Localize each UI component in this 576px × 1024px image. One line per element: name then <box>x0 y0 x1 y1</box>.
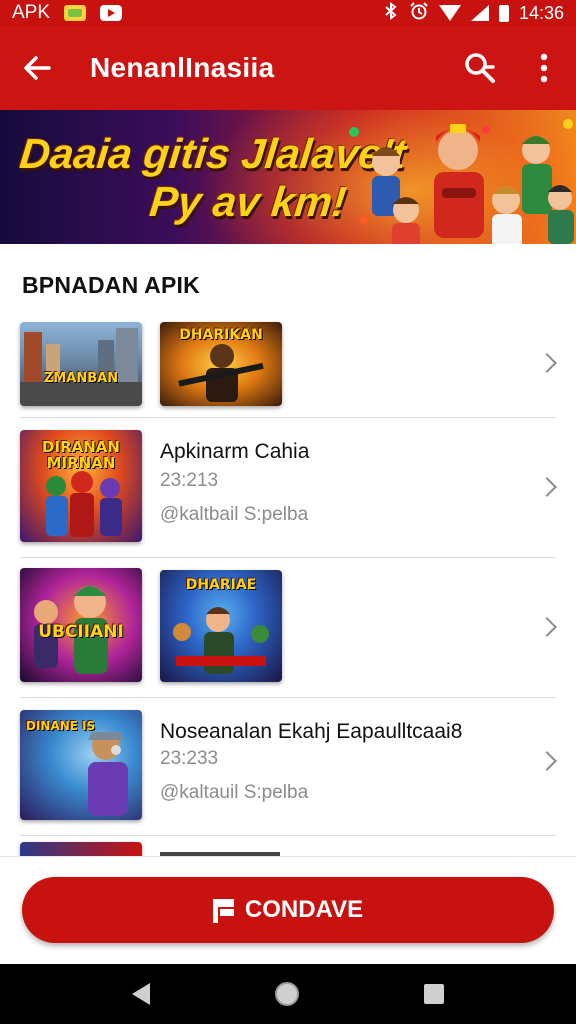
thumbnail-title: DINANE IS <box>26 719 96 733</box>
chevron-right-icon <box>537 477 557 497</box>
thumbnail-title: DIRANAN MIRNAN <box>42 438 120 472</box>
item-title: Noseanalan Ekahj Eapaulltcaai8 <box>160 720 463 743</box>
game-thumbnail[interactable]: DHARIKAN <box>160 322 282 406</box>
game-thumbnail[interactable]: ZMANBAN <box>20 322 142 406</box>
thumbnail-title: DHARIKAN <box>179 327 263 343</box>
list-item[interactable] <box>0 838 576 856</box>
more-options-button[interactable] <box>512 26 576 110</box>
status-bar: APK 14:36 <box>0 0 576 26</box>
back-arrow-icon <box>24 56 51 80</box>
game-thumbnail[interactable]: DINANE IS <box>20 710 142 820</box>
system-navigation-bar <box>0 964 576 1024</box>
back-button[interactable] <box>0 26 74 110</box>
app-title: NenanlInasiia <box>90 52 275 83</box>
item-code: 23:233 <box>160 748 219 769</box>
banner-characters-illustration <box>349 119 574 244</box>
app-bar: NenanlInasiia <box>0 26 576 110</box>
game-thumbnail[interactable]: DHARIAE <box>160 570 282 682</box>
game-thumbnail[interactable] <box>20 842 142 856</box>
primary-action-label: CONDAVE <box>244 896 364 923</box>
youtube-icon <box>100 5 123 21</box>
battery-icon <box>498 4 509 22</box>
game-thumbnail[interactable]: UBCIIANI <box>20 568 142 682</box>
nav-recents-icon[interactable] <box>423 984 444 1004</box>
flag-icon <box>212 897 235 923</box>
section-title: BPNADAN APIK <box>22 272 200 298</box>
status-app-label: APK <box>12 2 51 23</box>
game-thumbnail[interactable]: DIRANAN MIRNAN <box>20 430 142 542</box>
item-meta: @kaltauil S:pelba <box>160 782 309 803</box>
list-item[interactable]: DINANE IS Noseanalan Ekahj Eapaulltcaai8… <box>0 698 576 836</box>
chevron-right-icon <box>537 617 557 637</box>
wifi-icon <box>438 5 461 21</box>
item-meta: @kaltbail S:pelba <box>160 504 309 525</box>
thumbnail-title: ZMANBAN <box>43 371 119 386</box>
thumbnail-title: DHARIAE <box>185 577 257 593</box>
item-title: Apkinarm Cahia <box>160 440 310 463</box>
search-icon <box>465 53 495 83</box>
more-vertical-icon <box>540 53 548 83</box>
notification-icon <box>64 5 87 21</box>
bottom-action-area: CONDAVE <box>0 856 576 964</box>
chevron-right-icon <box>537 751 557 771</box>
list-item[interactable]: UBCIIANI DHARIAE <box>0 558 576 698</box>
banner-subline: Py av km! <box>147 178 349 225</box>
primary-action-button[interactable]: CONDAVE <box>22 877 554 943</box>
promo-banner[interactable]: Daaia gitis Jlalave't Py av km! <box>0 110 576 244</box>
list-item[interactable]: ZMANBAN DHARIKAN <box>0 314 576 418</box>
chevron-right-icon <box>537 353 557 373</box>
nav-back-icon[interactable] <box>132 983 151 1005</box>
alarm-icon <box>409 1 429 25</box>
thumbnail-title: UBCIIANI <box>38 622 124 642</box>
bluetooth-icon <box>383 1 399 25</box>
search-button[interactable] <box>448 26 512 110</box>
item-code: 23:213 <box>160 470 219 491</box>
signal-icon <box>470 5 489 21</box>
content-panel: BPNADAN APIK ZMANBAN DHARIKAN DIRANAN MI… <box>0 244 576 856</box>
nav-home-icon[interactable] <box>274 982 299 1006</box>
status-time: 14:36 <box>518 2 564 23</box>
list-item[interactable]: DIRANAN MIRNAN Apkinarm Cahia 23:213 @ka… <box>0 418 576 558</box>
